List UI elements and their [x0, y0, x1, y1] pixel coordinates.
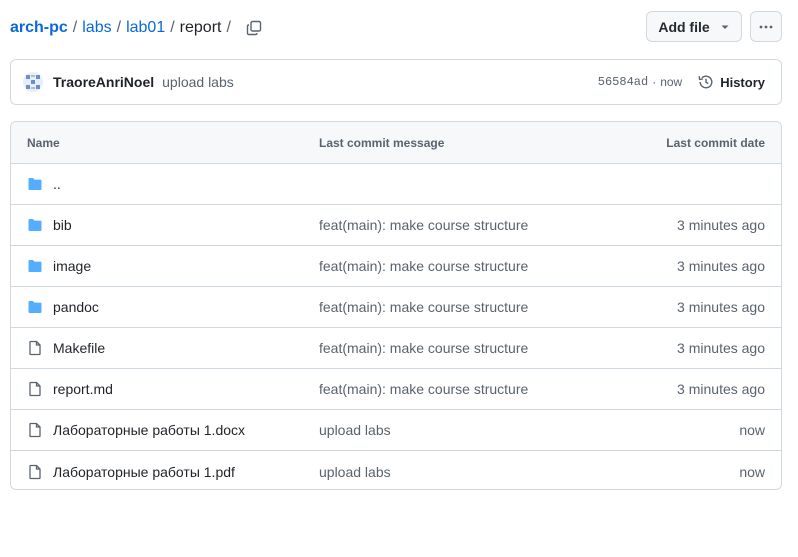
table-row: pandoc feat(main): make course structure…	[11, 287, 781, 328]
commit-sha[interactable]: 56584ad	[598, 75, 648, 89]
commit-time: now	[660, 75, 683, 89]
commit-date: 3 minutes ago	[677, 217, 765, 233]
folder-icon	[27, 299, 43, 315]
commit-date: 3 minutes ago	[677, 381, 765, 397]
folder-icon	[27, 258, 43, 274]
folder-icon	[27, 217, 43, 233]
file-name-link[interactable]: bib	[53, 217, 72, 233]
file-name-link[interactable]: Лабораторные работы 1.pdf	[53, 464, 235, 480]
commit-message-link[interactable]: feat(main): make course structure	[319, 340, 528, 356]
file-table: Name Last commit message Last commit dat…	[10, 121, 782, 490]
commit-dot-separator: ·	[652, 75, 657, 89]
commit-message[interactable]: upload labs	[162, 74, 234, 90]
commit-message-link[interactable]: feat(main): make course structure	[319, 217, 528, 233]
breadcrumb-separator: /	[72, 19, 78, 36]
breadcrumb-lab01-link[interactable]: lab01	[126, 16, 165, 40]
table-row: Лабораторные работы 1.docx upload labs n…	[11, 410, 781, 451]
kebab-horizontal-icon	[759, 25, 773, 28]
latest-commit-bar: TraoreAnriNoel upload labs 56584ad · now…	[10, 59, 782, 105]
commit-message-link[interactable]: feat(main): make course structure	[319, 381, 528, 397]
history-button[interactable]: History	[698, 74, 765, 90]
file-icon	[27, 381, 43, 397]
history-label: History	[720, 74, 765, 90]
table-row: Лабораторные работы 1.pdf upload labs no…	[11, 451, 781, 489]
add-file-button[interactable]: Add file	[646, 11, 742, 42]
commit-message-link[interactable]: feat(main): make course structure	[319, 258, 528, 274]
breadcrumb-separator: /	[116, 19, 122, 36]
commit-message-link[interactable]: upload labs	[319, 464, 391, 480]
history-icon	[698, 75, 713, 89]
table-row-parent-directory[interactable]: ..	[11, 164, 781, 205]
commit-date: 3 minutes ago	[677, 340, 765, 356]
table-row: Makefile feat(main): make course structu…	[11, 328, 781, 369]
breadcrumb-current: report	[179, 19, 222, 36]
more-options-button[interactable]	[750, 11, 782, 42]
file-name-link[interactable]: report.md	[53, 381, 113, 397]
caret-down-icon	[721, 25, 729, 29]
commit-date: 3 minutes ago	[677, 258, 765, 274]
parent-directory-link[interactable]: ..	[53, 176, 61, 192]
breadcrumb-labs-link[interactable]: labs	[82, 16, 111, 40]
commit-author[interactable]: TraoreAnriNoel	[53, 74, 154, 90]
folder-icon	[27, 176, 43, 192]
commit-date: 3 minutes ago	[677, 299, 765, 315]
file-name-link[interactable]: Лабораторные работы 1.docx	[53, 422, 245, 438]
author-avatar[interactable]	[23, 72, 43, 92]
copy-icon	[246, 20, 262, 36]
commit-date: now	[739, 422, 765, 438]
table-row: image feat(main): make course structure …	[11, 246, 781, 287]
file-icon	[27, 464, 43, 480]
add-file-label: Add file	[658, 18, 710, 35]
header-last-commit-message: Last commit message	[319, 135, 445, 150]
commit-message-link[interactable]: feat(main): make course structure	[319, 299, 528, 315]
table-row: report.md feat(main): make course struct…	[11, 369, 781, 410]
table-row: bib feat(main): make course structure 3 …	[11, 205, 781, 246]
file-icon	[27, 422, 43, 438]
commit-date: now	[739, 463, 765, 480]
commit-message-link[interactable]: upload labs	[319, 422, 391, 438]
breadcrumb-separator: /	[226, 19, 231, 36]
file-icon	[27, 340, 43, 356]
breadcrumb-separator: /	[170, 19, 175, 36]
header-name: Name	[27, 135, 60, 150]
header-last-commit-date: Last commit date	[666, 135, 765, 150]
table-header: Name Last commit message Last commit dat…	[11, 122, 781, 164]
file-name-link[interactable]: pandoc	[53, 299, 99, 315]
breadcrumb-repo-link[interactable]: arch-pc	[10, 16, 68, 40]
file-name-link[interactable]: Makefile	[53, 340, 105, 356]
breadcrumb: arch-pc / labs / lab01 / report /	[10, 16, 264, 40]
avatar-icon	[26, 75, 40, 89]
copy-path-button[interactable]	[244, 18, 264, 38]
file-name-link[interactable]: image	[53, 258, 91, 274]
